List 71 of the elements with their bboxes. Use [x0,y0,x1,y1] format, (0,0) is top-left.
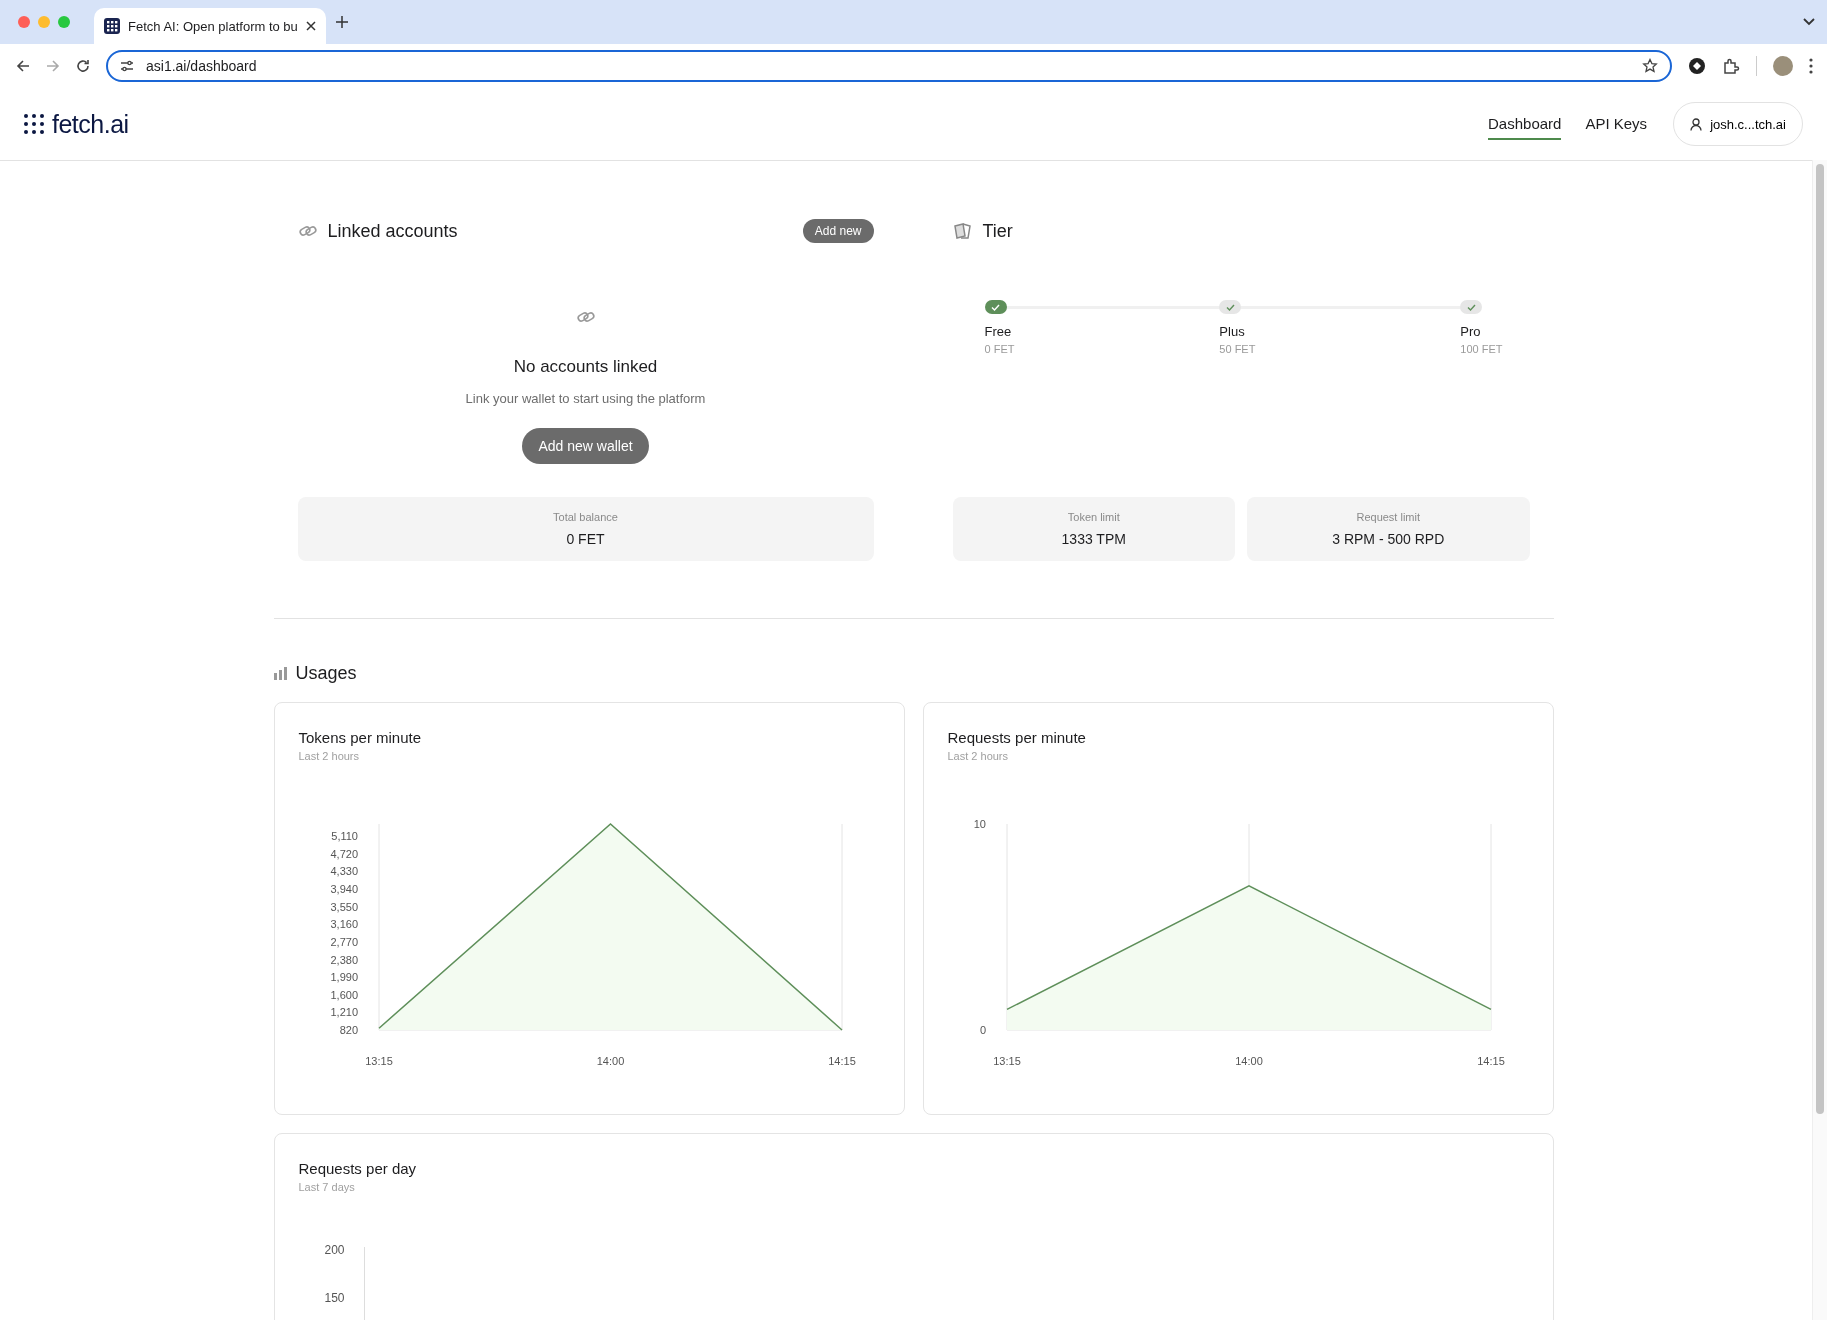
axis-label: 3,160 [329,918,358,931]
grid-icon [24,114,44,134]
tier-price: 50 FET [1219,343,1256,355]
axis-label: 14:15 [1476,1055,1505,1067]
axis-label: 4,330 [329,865,358,878]
axis-label: 14:00 [596,1055,624,1067]
tier-name: Plus [1219,324,1245,339]
address-bar[interactable]: asi1.ai/dashboard [106,50,1672,82]
axis-label: 13:15 [364,1055,393,1067]
axis-label: 1,600 [329,988,358,1001]
star-icon[interactable] [1642,58,1658,74]
axis-label: 0 [979,1024,986,1036]
axis-label: 2,770 [329,935,358,948]
axis-label: 820 [339,1024,358,1036]
user-button[interactable]: josh.c...tch.ai [1673,102,1803,146]
axis-label: 1,990 [329,971,358,984]
add-new-button[interactable]: Add new [802,219,874,243]
axis-label: 200 [324,1243,345,1257]
section-title: Tier [982,220,1013,242]
axis-label: 5,110 [330,830,358,843]
new-tab-icon[interactable] [335,16,348,28]
extension-icon[interactable] [1688,57,1706,75]
browser-tab[interactable]: Fetch AI: Open platform to bu [94,8,326,44]
menu-icon[interactable] [1809,58,1813,74]
person-icon [1690,117,1703,131]
axis-label: 14:00 [1234,1055,1263,1067]
nav-link[interactable]: API Keys [1585,108,1648,140]
stat-label: Token limit [1067,511,1120,523]
axis-label: 3,940 [329,883,358,896]
stat-value: 1333 TPM [1061,531,1126,547]
avatar-icon[interactable] [1773,56,1793,76]
axis-label: 3,550 [329,900,358,913]
stat-label: Total balance [553,511,618,523]
axis-label: 13:15 [992,1055,1021,1067]
logo-text[interactable]: fetch.ai [52,109,129,139]
axis-label: 10 [973,818,986,830]
chart-subtitle: Last 7 days [298,1181,356,1193]
grid-icon [104,18,120,34]
chart-title: Requests per day [298,1160,418,1177]
stat-value: 0 FET [566,531,605,547]
close-icon[interactable] [305,21,316,31]
axis-label: 14:15 [827,1055,856,1067]
axis-label: 4,720 [329,847,358,860]
scrollbar[interactable] [1812,160,1827,1320]
bar-chart-icon [273,667,288,680]
tier-price: 0 FET [984,343,1015,355]
site-settings-icon[interactable] [120,60,134,72]
tier-name: Free [984,324,1012,339]
chart-subtitle: Last 2 hours [947,750,1010,762]
back-icon[interactable] [16,59,30,73]
axis-label: 2,380 [329,953,358,966]
tab-title: Fetch AI: Open platform to bu [128,18,298,34]
tier-name: Pro [1460,324,1481,339]
chart-title: Requests per minute [947,729,1087,746]
empty-state-text: Link your wallet to start using the platform [465,391,706,406]
caret-icon[interactable] [1803,18,1815,26]
section-title: Usages [295,663,357,684]
axis-label: 150 [324,1291,345,1305]
chart-title: Tokens per minute [298,729,423,746]
stat-label: Request limit [1356,511,1421,523]
axis-label: 1,210 [329,1006,358,1019]
reload-icon[interactable] [76,59,90,73]
chart-subtitle: Last 2 hours [298,750,361,762]
add-wallet-button[interactable]: Add new wallet [522,428,649,464]
section-title: Linked accounts [327,220,458,242]
nav-link[interactable]: Dashboard [1488,108,1562,140]
puzzle-icon[interactable] [1722,57,1740,75]
empty-state-title: No accounts linked [513,357,658,377]
stat-value: 3 RPM - 500 RPD [1332,531,1445,547]
ticket-icon [952,222,973,240]
tier-price: 100 FET [1460,343,1503,355]
